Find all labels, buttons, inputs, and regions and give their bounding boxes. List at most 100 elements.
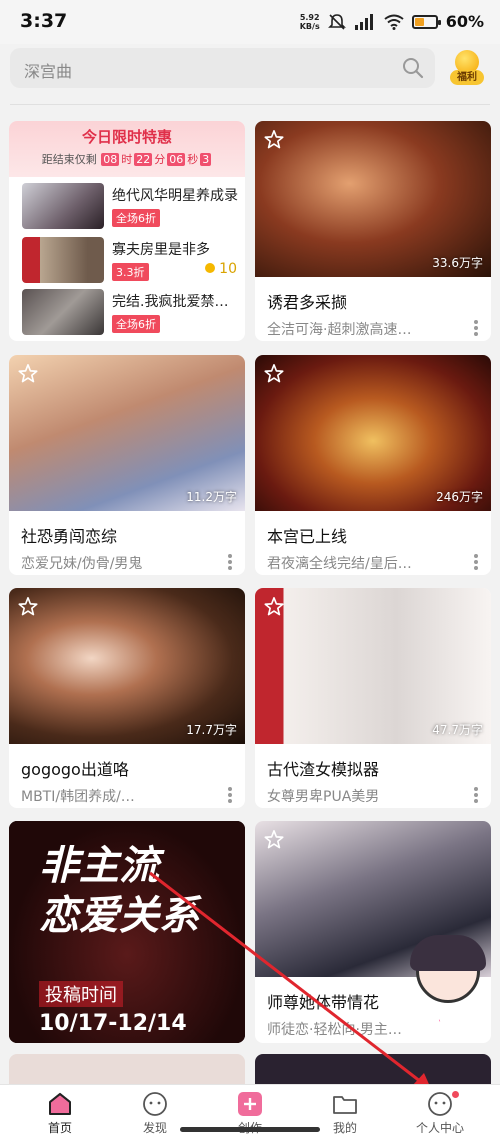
book-tags: MBTI/韩团养成/… [21, 789, 135, 805]
divider [10, 104, 490, 105]
book-cover: 11.2万字 [9, 355, 245, 511]
book-cover: 33.6万字 [255, 121, 491, 277]
more-options-icon[interactable] [227, 786, 233, 804]
plus-icon [238, 1092, 262, 1116]
net-speed-value: 5.92 [299, 12, 320, 22]
home-icon [49, 1092, 71, 1115]
banner-title-line2: 恋爱关系 [39, 893, 199, 939]
coin-price-value: 10 [219, 261, 237, 277]
word-count: 47.7万字 [432, 723, 483, 737]
promo-countdown: 距结束仅剩 08 时 22 分 06 秒 3 [9, 151, 245, 167]
welfare-button[interactable]: 福利 [450, 50, 484, 88]
nav-home[interactable]: 首页 [20, 1085, 100, 1138]
battery-icon [411, 14, 441, 29]
book-title: 社恐勇闯恋综 [21, 527, 118, 546]
promo-thumb [22, 237, 104, 283]
book-title: 师尊她体带情花 [267, 993, 380, 1012]
countdown-minutes-unit: 分 [154, 153, 166, 166]
net-speed: 5.92 KB/s [300, 13, 320, 31]
welfare-label: 福利 [450, 70, 484, 85]
book-title: 古代渣女模拟器 [267, 760, 380, 779]
book-tags: 全洁可海·超刺激高速… [267, 322, 412, 338]
home-indicator[interactable] [180, 1127, 320, 1132]
more-options-icon[interactable] [227, 553, 233, 571]
countdown-seconds-unit: 秒 [187, 153, 199, 166]
coin-icon [205, 263, 216, 273]
signal-icon [354, 13, 373, 30]
countdown-hours-unit: 时 [121, 153, 133, 166]
more-options-icon[interactable] [473, 786, 479, 804]
search-placeholder: 深宫曲 [24, 62, 73, 81]
book-tags: 恋爱兄妹/伪骨/男鬼 [21, 556, 143, 572]
promo-thumb [22, 183, 104, 229]
favorite-star-icon[interactable] [263, 363, 285, 385]
word-count: 11.2万字 [186, 490, 237, 504]
folder-icon [333, 1096, 357, 1114]
more-options-icon[interactable] [473, 319, 479, 337]
book-card[interactable]: 11.2万字 社恐勇闯恋综 恋爱兄妹/伪骨/男鬼 [9, 355, 245, 575]
mute-bell-icon [327, 13, 346, 30]
discount-badge: 全场6折 [112, 209, 160, 227]
sticker-hair [410, 935, 486, 971]
notification-dot [452, 1091, 459, 1098]
book-card[interactable]: 47.7万字 古代渣女模拟器 女尊男卑PUA美男 [255, 588, 491, 808]
nav-profile[interactable]: 个人中心 [400, 1085, 480, 1138]
book-card[interactable]: 17.7万字 gogogo出道咯 MBTI/韩团养成/… [9, 588, 245, 808]
status-time: 3:37 [20, 10, 68, 32]
profile-face-icon [428, 1092, 452, 1116]
word-count: 33.6万字 [432, 256, 483, 270]
nav-profile-label: 个人中心 [415, 1121, 464, 1135]
nav-home-label: 首页 [47, 1121, 72, 1135]
next-card-peek [9, 1054, 245, 1084]
book-title: gogogo出道咯 [21, 760, 129, 779]
net-speed-unit: KB/s [299, 21, 320, 31]
promo-item[interactable]: 完结.我疯批爱禁… 全场6折 [22, 289, 237, 337]
book-card[interactable]: 246万字 本宫已上线 君夜漓全线完结/皇后… [255, 355, 491, 575]
countdown-extra: 3 [200, 153, 212, 166]
favorite-star-icon[interactable] [263, 129, 285, 151]
discover-face-icon [143, 1092, 167, 1116]
battery-percent: 60% [445, 12, 484, 31]
banner-dates: 10/17-12/14 [39, 1011, 187, 1036]
search-icon[interactable] [401, 56, 425, 80]
promo-sticker[interactable]: 送永久款 [402, 935, 494, 1043]
promo-thumb [22, 289, 104, 335]
discount-badge: 全场6折 [112, 315, 160, 333]
banner-period-label: 投稿时间 [39, 981, 123, 1007]
book-tags: 君夜漓全线完结/皇后… [267, 556, 412, 572]
more-options-icon[interactable] [473, 553, 479, 571]
book-title: 诱君多采撷 [267, 293, 348, 312]
book-title: 本宫已上线 [267, 527, 348, 546]
next-card-peek [255, 1054, 491, 1084]
promo-header: 今日限时特惠 距结束仅剩 08 时 22 分 06 秒 3 [9, 121, 245, 177]
promo-item-title: 绝代风华明星养成录 [112, 188, 238, 204]
promo-item-title: 完结.我疯批爱禁… [112, 294, 229, 310]
book-cover: 246万字 [255, 355, 491, 511]
countdown-hours: 08 [101, 153, 120, 166]
promo-title: 今日限时特惠 [81, 128, 172, 146]
book-cover: 17.7万字 [9, 588, 245, 744]
countdown-seconds: 06 [167, 153, 186, 166]
status-bar: 3:37 5.92 KB/s 60% [0, 0, 500, 44]
promo-item[interactable]: 绝代风华明星养成录 全场6折 [22, 183, 238, 231]
search-input[interactable]: 深宫曲 [10, 48, 435, 88]
event-banner[interactable]: 非主流 恋爱关系 投稿时间 10/17-12/14 [9, 821, 245, 1043]
word-count: 17.7万字 [186, 723, 237, 737]
sticker-text: 送永久款 [411, 1006, 486, 1038]
promo-card[interactable]: 今日限时特惠 距结束仅剩 08 时 22 分 06 秒 3 绝代风华明星养成录 全场6折 寡… [9, 121, 245, 341]
countdown-prefix: 距结束仅剩 [41, 153, 97, 166]
promo-item-title: 寡夫房里是非多 [112, 242, 210, 258]
book-tags: 女尊男卑PUA美男 [267, 789, 380, 805]
countdown-minutes: 22 [134, 153, 153, 166]
book-cover: 47.7万字 [255, 588, 491, 744]
wifi-icon [384, 14, 404, 30]
favorite-star-icon[interactable] [263, 596, 285, 618]
word-count: 246万字 [436, 490, 483, 504]
book-card[interactable]: 33.6万字 诱君多采撷 全洁可海·超刺激高速… [255, 121, 491, 341]
favorite-star-icon[interactable] [263, 829, 285, 851]
promo-item[interactable]: 寡夫房里是非多 3.3折 10 [22, 237, 237, 285]
coin-price: 10 [205, 261, 237, 277]
favorite-star-icon[interactable] [17, 596, 39, 618]
discount-badge: 3.3折 [112, 263, 149, 281]
favorite-star-icon[interactable] [17, 363, 39, 385]
